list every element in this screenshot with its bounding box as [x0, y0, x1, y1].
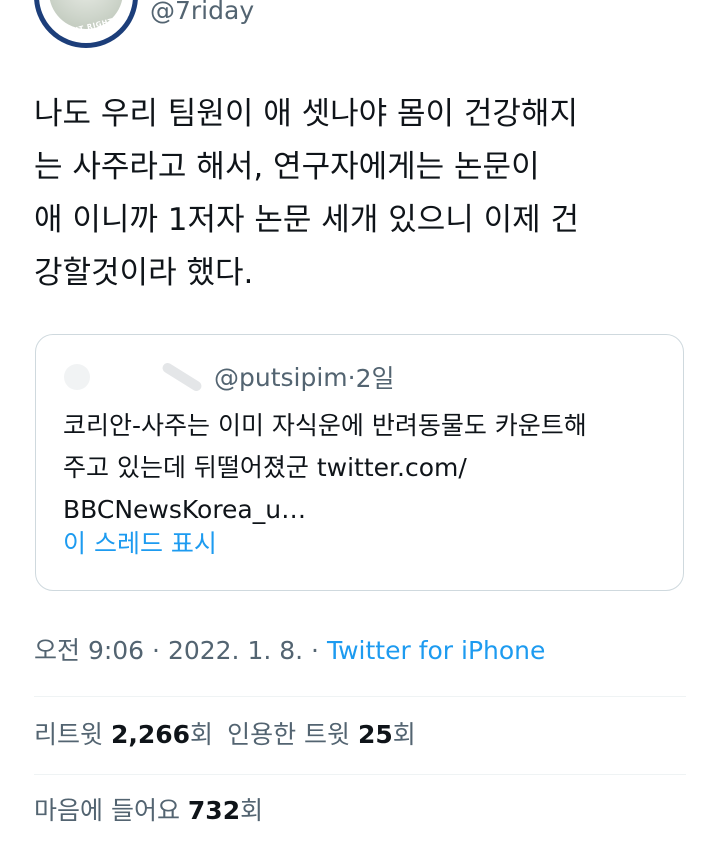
retweets-label: 리트윗 — [34, 720, 104, 749]
stats-row-likes: 마음에 들어요 732회 — [34, 794, 263, 828]
tweet-text: 나도 우리 팀원이 애 셋나야 몸이 건강해지 는 사주라고 해서, 연구자에게… — [34, 96, 580, 291]
retweets-unit: 회 — [190, 720, 214, 749]
retweets-stat[interactable]: 리트윗 2,266회 — [34, 720, 213, 749]
tweet-meta: 오전 9:06 · 2022. 1. 8. · Twitter for iPho… — [34, 634, 545, 668]
tweet-source-link[interactable]: Twitter for iPhone — [327, 636, 545, 665]
retweets-count: 2,266 — [110, 720, 191, 749]
meta-separator: · — [144, 636, 168, 665]
quoted-author-name-redacted — [160, 361, 204, 393]
quoted-author-handle: @putsipim — [214, 362, 348, 392]
quoted-tweet-header: @putsipim · 2일 — [64, 361, 395, 393]
divider — [34, 696, 686, 697]
quotes-count: 25 — [357, 720, 393, 749]
quoted-tweet-card[interactable]: @putsipim · 2일 코리안-사주는 이미 자식운에 반려동물도 카운트… — [35, 334, 684, 591]
avatar[interactable]: RIGHT RIGHT NOW — [34, 0, 138, 48]
likes-stat[interactable]: 마음에 들어요 732회 — [34, 796, 263, 825]
show-thread-link[interactable]: 이 스레드 표시 — [63, 529, 217, 559]
divider — [34, 774, 686, 775]
likes-label: 마음에 들어요 — [34, 796, 180, 825]
likes-unit: 회 — [240, 796, 264, 825]
tweet-time[interactable]: 오전 9:06 — [34, 636, 144, 665]
quoted-tweet-time: 2일 — [355, 364, 395, 393]
quotes-unit: 회 — [392, 720, 416, 749]
quoted-tweet-text: 코리안-사주는 이미 자식운에 반려동물도 카운트해 주고 있는데 뒤떨어졌군 … — [63, 411, 587, 524]
quoted-separator: · — [347, 362, 356, 392]
stats-row-retweets: 리트윗 2,266회 인용한 트윗 25회 — [34, 718, 416, 752]
quoted-author-avatar — [64, 364, 90, 390]
tweet-date[interactable]: 2022. 1. 8. — [168, 636, 303, 665]
author-handle[interactable]: @7riday — [150, 0, 254, 26]
meta-separator: · — [303, 636, 327, 665]
likes-count: 732 — [187, 796, 241, 825]
quotes-label: 인용한 트윗 — [227, 720, 351, 749]
quotes-stat[interactable]: 인용한 트윗 25회 — [227, 720, 416, 749]
